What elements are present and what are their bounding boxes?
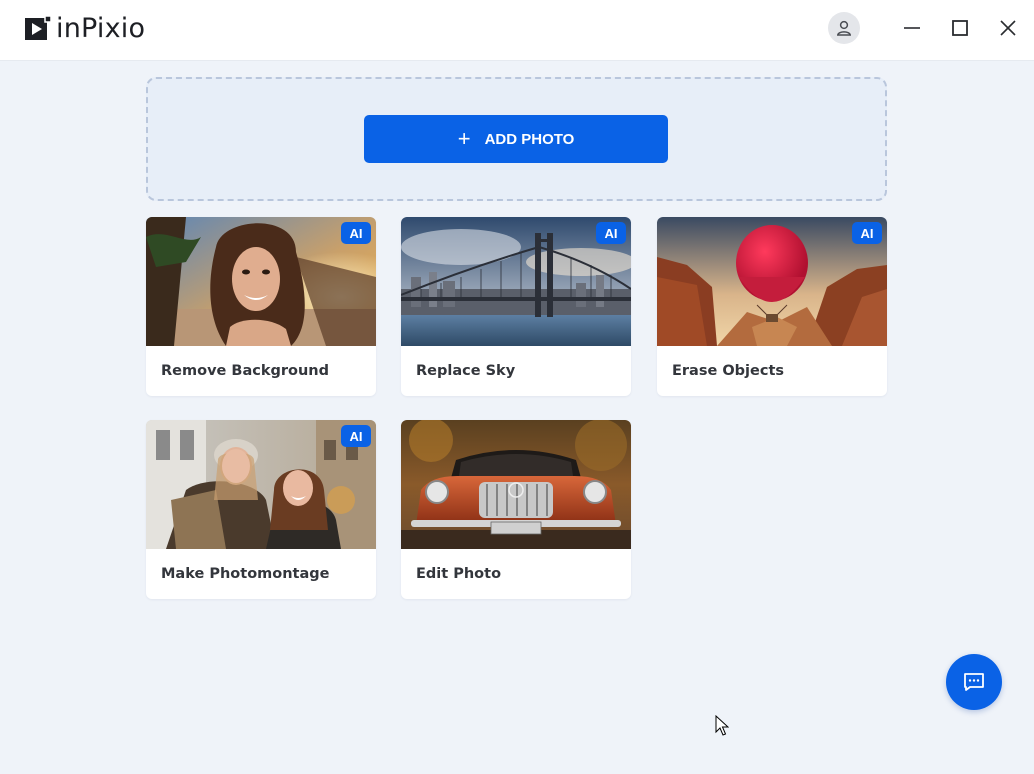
close-icon — [1000, 20, 1016, 36]
minimize-icon — [904, 27, 920, 29]
thumbnail-edit-photo — [401, 420, 631, 549]
add-photo-button[interactable]: + ADD PHOTO — [364, 115, 668, 163]
card-label: Erase Objects — [672, 363, 785, 379]
mouse-cursor-icon — [715, 715, 729, 736]
card-label: Replace Sky — [416, 363, 516, 379]
app-logo: inPixio — [24, 14, 145, 44]
chat-icon — [964, 673, 984, 691]
card-edit-photo[interactable]: Edit Photo — [401, 420, 631, 599]
ai-badge: AI — [596, 222, 626, 244]
thumbnail-erase-objects: AI — [657, 217, 887, 346]
ai-badge: AI — [341, 222, 371, 244]
card-replace-sky[interactable]: AI Replace Sky — [401, 217, 631, 396]
title-bar: inPixio — [0, 0, 1034, 61]
card-label: Make Photomontage — [161, 566, 330, 582]
plus-icon: + — [457, 126, 471, 151]
maximize-icon — [952, 20, 968, 36]
thumbnail-replace-sky: AI — [401, 217, 631, 346]
ai-badge: AI — [341, 425, 371, 447]
account-button[interactable] — [828, 12, 860, 44]
card-erase-objects[interactable]: AI Erase Objects — [657, 217, 887, 396]
app-name: inPixio — [56, 13, 146, 44]
photo-dropzone[interactable]: + ADD PHOTO — [146, 77, 887, 201]
close-button[interactable] — [994, 14, 1022, 42]
logo-icon — [25, 15, 52, 40]
card-remove-background[interactable]: AI Remove Background — [146, 217, 376, 396]
card-make-photomontage[interactable]: AI Make Photomontage — [146, 420, 376, 599]
add-photo-label: ADD PHOTO — [484, 130, 575, 148]
thumbnail-make-photomontage: AI — [146, 420, 376, 549]
user-icon — [836, 20, 852, 36]
ai-badge: AI — [852, 222, 882, 244]
card-label: Edit Photo — [416, 566, 502, 582]
maximize-button[interactable] — [946, 14, 974, 42]
minimize-button[interactable] — [898, 14, 926, 42]
card-label: Remove Background — [161, 363, 329, 379]
thumbnail-remove-background: AI — [146, 217, 376, 346]
chat-button[interactable] — [946, 654, 1002, 710]
